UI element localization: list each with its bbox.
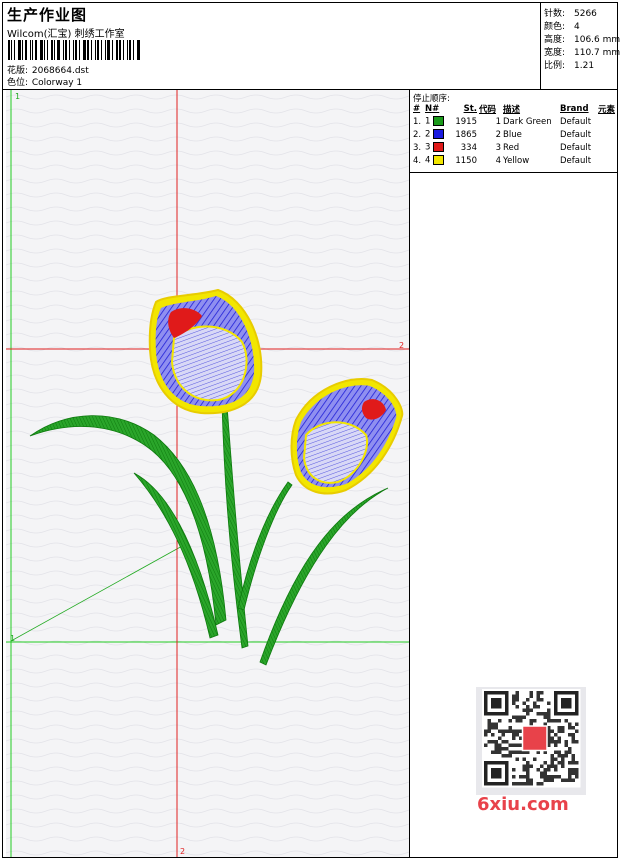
table-row[interactable]: 1. 1 1915 1 Dark Green Default	[412, 115, 616, 128]
stat-scale: 比例: 1.21	[544, 61, 595, 71]
header-info: 生产作业图 Wilcom(汇宝) 刺绣工作室 花版: 2068664.dst 色…	[3, 3, 540, 89]
stats-panel: 针数: 5266 颜色: 4 高度: 106.6 mm 宽度: 110.7 mm 比例:…	[540, 3, 620, 89]
table-row[interactable]: 3. 3 334 3 Red Default	[412, 141, 616, 154]
colorway-value: Colorway 1	[31, 78, 83, 88]
production-sheet: 生产作业图 Wilcom(汇宝) 刺绣工作室 花版: 2068664.dst 色…	[2, 2, 620, 858]
table-row[interactable]: 2. 2 1865 2 Blue Default	[412, 128, 616, 141]
page-subtitle: Wilcom(汇宝) 刺绣工作室	[7, 29, 125, 40]
panel-divider	[409, 90, 410, 857]
table-row[interactable]: 4. 4 1150 4 Yellow Default	[412, 154, 616, 167]
col-n: N#	[425, 103, 440, 114]
color-swatch	[433, 129, 445, 140]
stat-colors: 颜色: 4	[544, 22, 580, 32]
marker-left-mid: 1	[10, 634, 15, 643]
stat-width: 宽度: 110.7 mm	[544, 48, 620, 58]
stat-height: 高度: 106.6 mm	[544, 35, 620, 45]
col-desc: 描述	[503, 104, 521, 115]
tulip-left-inner	[170, 325, 248, 402]
stop-sequence-panel: 停止顺序: # N# St. 代码 描述 Brand 元素 1. 1 1915	[410, 90, 617, 173]
stat-stitches: 针数: 5266	[544, 9, 597, 19]
color-swatch	[433, 155, 445, 166]
col-index: #	[413, 103, 421, 114]
col-element: 元素	[598, 104, 616, 115]
embroidery-preview: 1 1 2 2	[6, 90, 409, 857]
color-swatch	[433, 116, 445, 127]
stop-sequence-table: # N# St. 代码 描述 Brand 元素 1. 1 1915 1 Dark…	[412, 102, 616, 167]
col-stitches: St.	[463, 103, 477, 114]
colorway-row: 色位: Colorway 1	[7, 75, 82, 88]
barcode-icon	[8, 40, 142, 60]
page-title: 生产作业图	[7, 6, 88, 24]
col-brand: Brand	[560, 103, 589, 114]
watermark-logo: 6xiu.com	[477, 794, 569, 815]
marker-bottom-v: 2	[180, 847, 185, 856]
marker-right-h: 2	[399, 341, 404, 350]
color-swatch	[433, 142, 445, 153]
table-header-row: # N# St. 代码 描述 Brand 元素	[412, 102, 616, 115]
marker-top-left: 1	[15, 92, 20, 101]
qr-code-icon	[476, 687, 586, 795]
col-code: 代码	[479, 104, 497, 115]
colorway-label: 色位:	[7, 78, 29, 88]
design-canvas[interactable]: 1 1 2 2	[6, 90, 409, 857]
